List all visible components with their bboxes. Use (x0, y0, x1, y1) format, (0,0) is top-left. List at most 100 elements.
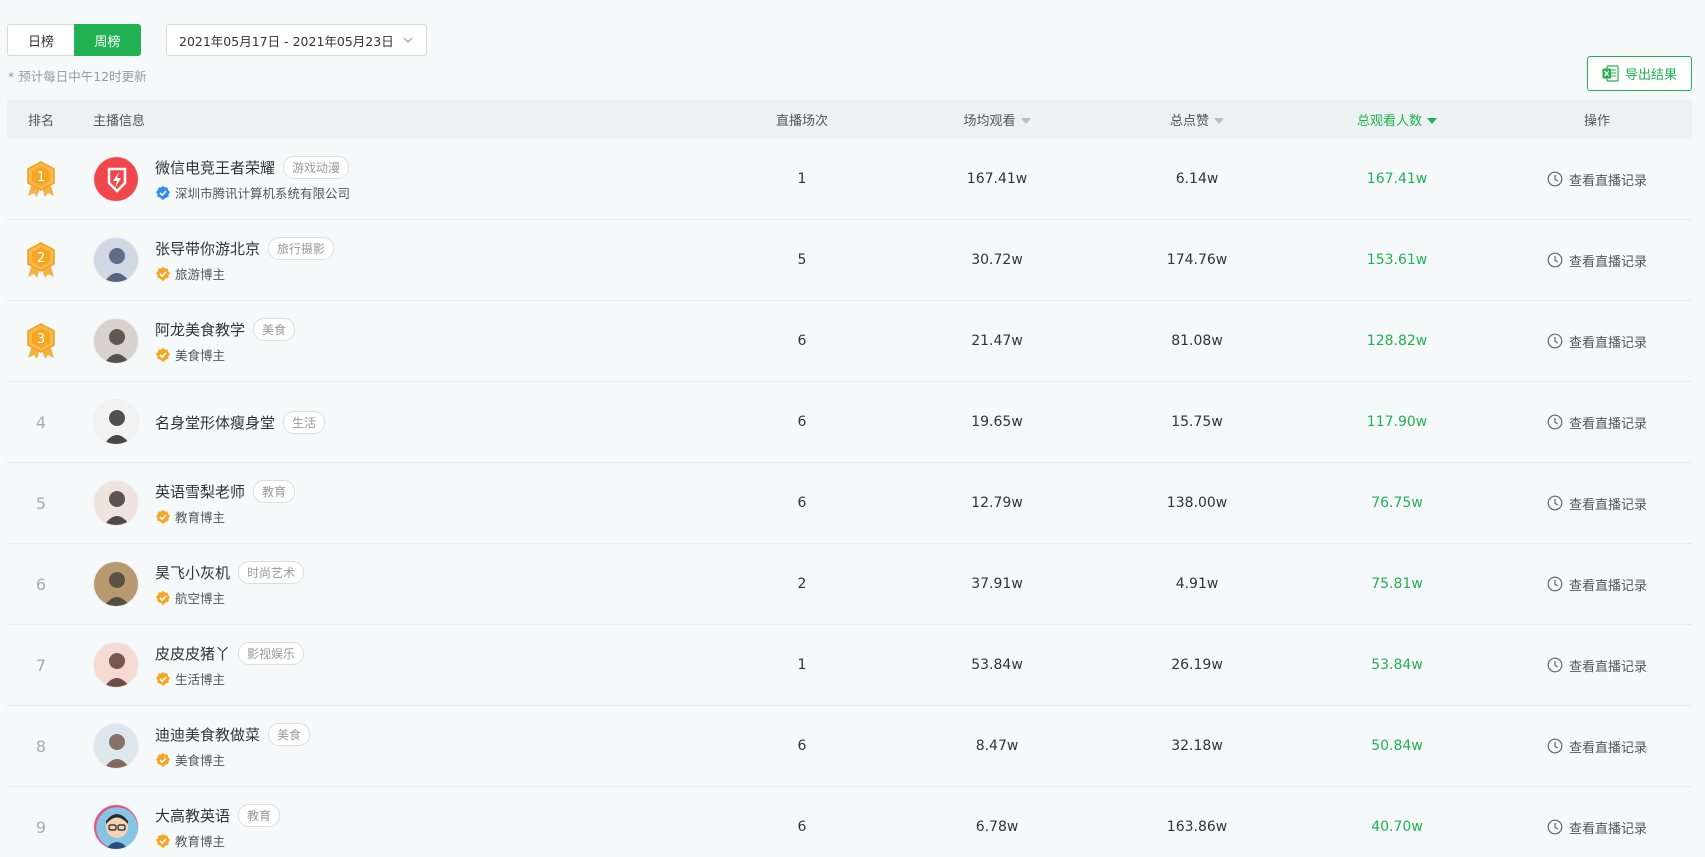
action-label: 查看直播记录 (1568, 173, 1647, 189)
verify-text: 教育博主 (175, 510, 226, 525)
host-cell[interactable]: 昊飞小灰机 时尚艺术 航空博主 (93, 544, 305, 624)
host-name[interactable]: 张导带你游北京 (155, 238, 260, 259)
header-total-likes-label: 总点赞 (1169, 114, 1209, 129)
table-row: 4 名身堂形体瘦身堂 生活 6 19.65w 15.75w 117.90w 查看… (7, 382, 1692, 463)
avatar[interactable] (93, 804, 139, 850)
clock-icon (1547, 738, 1563, 754)
action-cell: 查看直播记录 (1507, 544, 1687, 624)
host-name[interactable]: 名身堂形体瘦身堂 (155, 412, 275, 433)
viewers-cell: 40.70w (1307, 787, 1487, 857)
header-avg-views[interactable]: 场均观看 (907, 100, 1087, 139)
header-total-viewers[interactable]: 总观看人数 (1307, 100, 1487, 139)
table-body: 1 微信电竞王者荣耀 游戏动漫 深圳市腾讯计算机系统有限公司 1 167.41w… (7, 139, 1692, 857)
host-name[interactable]: 英语雪梨老师 (155, 481, 245, 502)
verified-badge-icon (156, 509, 170, 524)
sessions-cell: 6 (712, 787, 892, 857)
host-name[interactable]: 昊飞小灰机 (155, 562, 230, 583)
likes-value: 4.91w (1175, 576, 1219, 592)
host-cell[interactable]: 名身堂形体瘦身堂 生活 (93, 382, 326, 462)
category-tag: 教育 (253, 480, 296, 503)
viewers-value: 153.61w (1366, 252, 1428, 268)
host-cell[interactable]: 张导带你游北京 旅行摄影 旅游博主 (93, 220, 335, 300)
header-total-likes[interactable]: 总点赞 (1107, 100, 1287, 139)
medal-rank-number: 3 (37, 332, 45, 347)
avatar[interactable] (93, 723, 139, 769)
viewers-cell: 167.41w (1307, 139, 1487, 219)
rank-cell: 8 (7, 706, 75, 786)
table-row: 2 张导带你游北京 旅行摄影 旅游博主 5 30.72w 174.76w 153… (7, 220, 1692, 301)
action-label: 查看直播记录 (1568, 740, 1647, 756)
host-name[interactable]: 皮皮皮猪丫 (155, 643, 230, 664)
sort-caret-icon (1214, 117, 1224, 124)
view-live-records-button[interactable]: 查看直播记录 (1547, 332, 1647, 351)
host-info: 大高教英语 教育 教育博主 (155, 804, 281, 850)
avatar[interactable] (93, 237, 139, 283)
view-live-records-button[interactable]: 查看直播记录 (1547, 170, 1647, 189)
avatar[interactable] (93, 399, 139, 445)
verify-text: 教育博主 (175, 834, 226, 849)
sessions-value: 6 (797, 414, 807, 430)
verify-line: 航空博主 (155, 588, 304, 607)
date-range-picker[interactable]: 2021年05月17日 - 2021年05月23日 (166, 24, 427, 56)
host-info: 微信电竞王者荣耀 游戏动漫 深圳市腾讯计算机系统有限公司 (155, 156, 350, 202)
view-live-records-button[interactable]: 查看直播记录 (1547, 413, 1647, 432)
tab-weekly[interactable]: 周榜 (74, 24, 141, 56)
host-cell[interactable]: 阿龙美食教学 美食 美食博主 (93, 301, 296, 381)
name-line: 微信电竞王者荣耀 游戏动漫 (155, 156, 350, 179)
category-tag: 美食 (268, 723, 311, 746)
view-live-records-button[interactable]: 查看直播记录 (1547, 656, 1647, 675)
host-cell[interactable]: 微信电竞王者荣耀 游戏动漫 深圳市腾讯计算机系统有限公司 (93, 139, 350, 219)
action-label: 查看直播记录 (1568, 578, 1647, 594)
export-button[interactable]: 导出结果 (1587, 56, 1692, 91)
avatar[interactable] (93, 561, 139, 607)
update-note: * 预计每日中午12时更新 (8, 69, 147, 84)
host-cell[interactable]: 大高教英语 教育 教育博主 (93, 787, 281, 857)
view-live-records-button[interactable]: 查看直播记录 (1547, 494, 1647, 513)
verified-badge-icon (156, 266, 170, 281)
rank-cell: 7 (7, 625, 75, 705)
host-info: 迪迪美食教做菜 美食 美食博主 (155, 723, 311, 769)
rank-number: 9 (35, 817, 47, 837)
host-name[interactable]: 微信电竞王者荣耀 (155, 157, 275, 178)
avatar[interactable] (93, 480, 139, 526)
host-name[interactable]: 迪迪美食教做菜 (155, 724, 260, 745)
host-cell[interactable]: 英语雪梨老师 教育 教育博主 (93, 463, 296, 543)
category-tag: 美食 (253, 318, 296, 341)
view-live-records-button[interactable]: 查看直播记录 (1547, 575, 1647, 594)
category-tag: 教育 (238, 804, 281, 827)
avg-views-value: 37.91w (971, 576, 1023, 592)
verified-badge-icon (156, 185, 170, 200)
sessions-value: 5 (797, 252, 807, 268)
sessions-cell: 1 (712, 625, 892, 705)
avg-views-cell: 21.47w (907, 301, 1087, 381)
host-name[interactable]: 大高教英语 (155, 805, 230, 826)
sessions-value: 2 (797, 576, 807, 592)
likes-cell: 32.18w (1107, 706, 1287, 786)
verify-text: 深圳市腾讯计算机系统有限公司 (175, 186, 351, 201)
avatar[interactable] (93, 156, 139, 202)
view-live-records-button[interactable]: 查看直播记录 (1547, 251, 1647, 270)
category-tag: 生活 (283, 410, 326, 434)
rank-cell: 6 (7, 544, 75, 624)
sessions-value: 6 (797, 495, 807, 511)
avatar[interactable] (93, 642, 139, 688)
viewers-cell: 50.84w (1307, 706, 1487, 786)
category-tag: 影视娱乐 (238, 642, 305, 665)
rank-cell: 3 (7, 301, 75, 381)
host-cell[interactable]: 皮皮皮猪丫 影视娱乐 生活博主 (93, 625, 305, 705)
avatar[interactable] (93, 318, 139, 364)
host-cell[interactable]: 迪迪美食教做菜 美食 美食博主 (93, 706, 311, 786)
action-label: 查看直播记录 (1568, 335, 1647, 351)
name-line: 张导带你游北京 旅行摄影 (155, 237, 335, 260)
viewers-value: 117.90w (1366, 414, 1428, 430)
view-live-records-button[interactable]: 查看直播记录 (1547, 818, 1647, 837)
name-line: 昊飞小灰机 时尚艺术 (155, 561, 305, 584)
host-name[interactable]: 阿龙美食教学 (155, 319, 245, 340)
host-info: 阿龙美食教学 美食 美食博主 (155, 318, 296, 364)
tab-daily[interactable]: 日榜 (7, 24, 74, 56)
date-range-text: 2021年05月17日 - 2021年05月23日 (179, 33, 394, 49)
view-live-records-button[interactable]: 查看直播记录 (1547, 737, 1647, 756)
verify-text: 美食博主 (175, 753, 226, 768)
table-row: 7 皮皮皮猪丫 影视娱乐 生活博主 1 53.84w 26.19w 53.84w (7, 625, 1692, 706)
sort-caret-icon (1427, 117, 1437, 124)
